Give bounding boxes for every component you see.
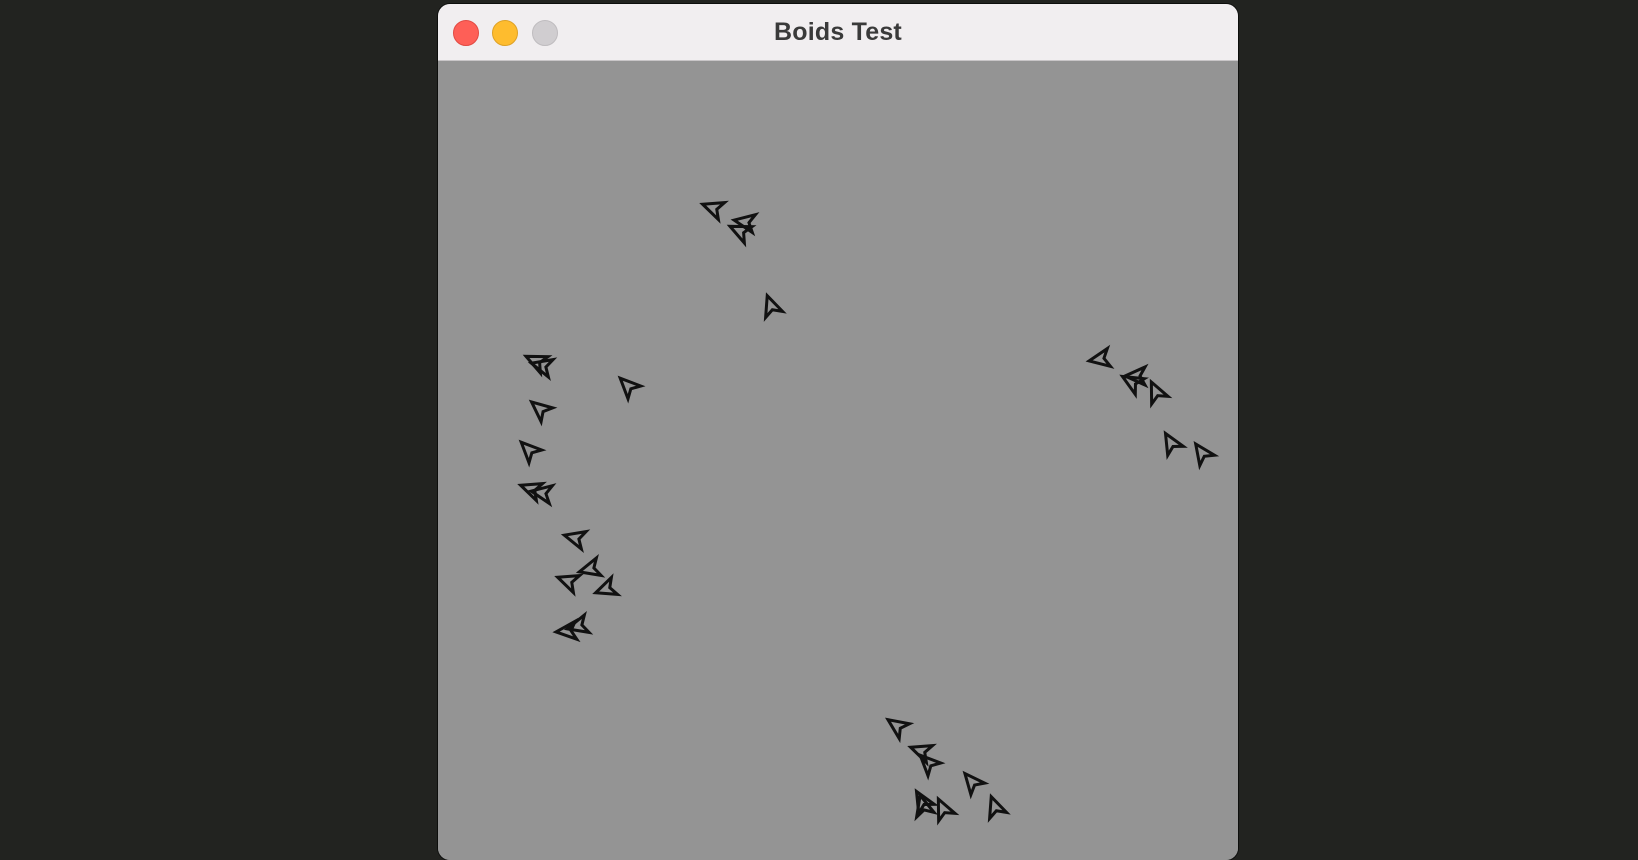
- boid-marker: [1163, 430, 1188, 460]
- boid-marker: [936, 795, 960, 826]
- boid-marker: [617, 375, 646, 404]
- boid-marker: [699, 200, 729, 224]
- title-bar[interactable]: Boids Test: [438, 4, 1238, 61]
- boids-layer: [517, 200, 1220, 826]
- boid-marker: [528, 399, 558, 427]
- boid-marker: [592, 573, 622, 597]
- boid-marker: [518, 439, 547, 468]
- app-window: Boids Test: [438, 4, 1238, 860]
- boid-marker: [1149, 378, 1173, 409]
- boid-marker: [560, 529, 591, 554]
- boid-marker: [730, 212, 760, 237]
- boid-marker: [987, 793, 1011, 823]
- boid-marker: [1193, 440, 1220, 471]
- simulation-canvas[interactable]: [438, 61, 1238, 860]
- boid-marker: [563, 610, 594, 635]
- window-title: Boids Test: [774, 18, 902, 46]
- boid-marker: [1085, 344, 1115, 369]
- boid-marker: [554, 573, 584, 597]
- boid-marker: [962, 770, 990, 800]
- boid-marker: [575, 553, 606, 578]
- boid-marker: [763, 292, 787, 322]
- boid-marker: [884, 717, 915, 744]
